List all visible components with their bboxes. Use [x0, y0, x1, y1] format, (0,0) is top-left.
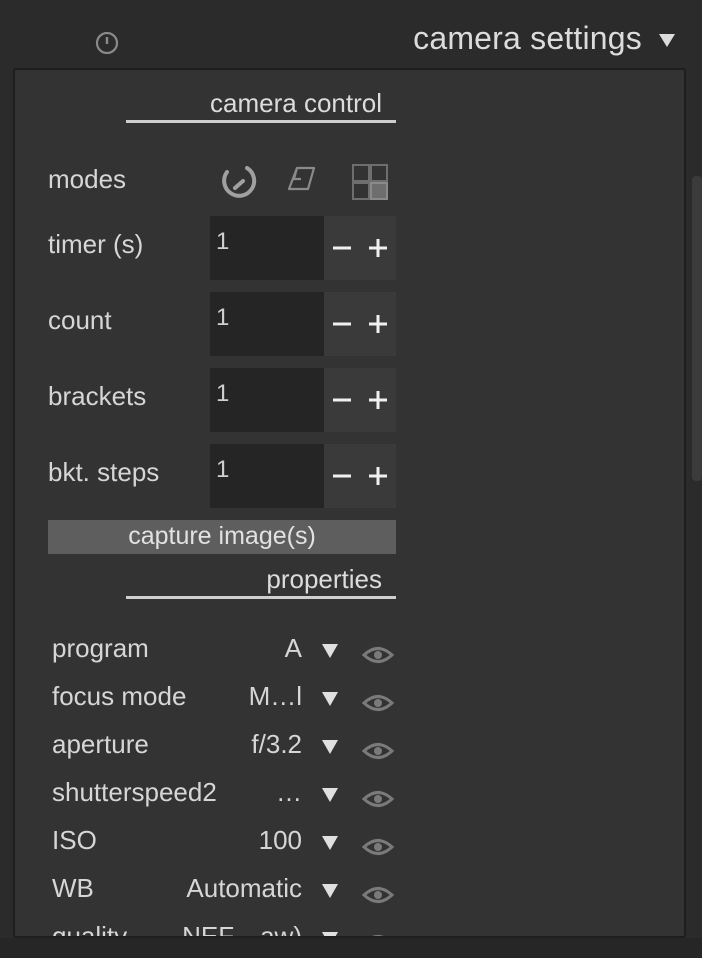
minus-icon[interactable]	[324, 368, 360, 432]
scrollbar[interactable]	[692, 176, 702, 481]
eye-icon[interactable]	[361, 740, 395, 762]
eye-icon[interactable]	[361, 836, 395, 858]
brackets-label: brackets	[48, 381, 147, 411]
minus-icon[interactable]	[324, 292, 360, 356]
property-value[interactable]: M…l	[249, 680, 302, 712]
property-label: shutterspeed2	[52, 777, 217, 807]
property-label: focus mode	[52, 681, 187, 711]
property-value[interactable]: A	[285, 632, 302, 664]
plus-icon[interactable]	[360, 368, 396, 432]
triangle-down-icon[interactable]	[656, 30, 678, 50]
bracket-steps-value-field[interactable]: 1	[210, 444, 324, 508]
bracket-steps-stepper	[324, 444, 396, 508]
module-title[interactable]: camera settings	[413, 20, 642, 57]
plus-icon[interactable]	[360, 292, 396, 356]
timer-stepper	[324, 216, 396, 280]
property-value[interactable]: …	[276, 776, 302, 808]
triangle-down-icon[interactable]	[320, 930, 340, 936]
triangle-down-icon[interactable]	[320, 690, 340, 708]
timer-label: timer (s)	[48, 229, 144, 259]
power-icon[interactable]	[95, 31, 119, 55]
module-panel: camera control modes timer (s) 1 count 1…	[13, 68, 686, 938]
triangle-down-icon[interactable]	[320, 882, 340, 900]
property-label: ISO	[52, 825, 97, 855]
eye-icon[interactable]	[361, 644, 395, 666]
section-header-camera-control: camera control	[126, 86, 396, 123]
property-value[interactable]: f/3.2	[251, 728, 302, 760]
brackets-stepper	[324, 368, 396, 432]
timelapse-icon[interactable]	[285, 164, 319, 201]
property-value[interactable]: Automatic	[186, 872, 302, 904]
eye-icon[interactable]	[361, 692, 395, 714]
count-label: count	[48, 305, 112, 335]
plus-icon[interactable]	[360, 216, 396, 280]
eye-icon[interactable]	[361, 788, 395, 810]
property-value[interactable]: 100	[259, 824, 302, 856]
property-value[interactable]: NEF…aw)	[182, 920, 302, 936]
property-label: program	[52, 633, 149, 663]
modes-label: modes	[48, 164, 127, 194]
capture-button[interactable]: capture image(s)	[48, 520, 396, 554]
camera-settings-module: camera settings camera control modes tim…	[0, 0, 702, 958]
plus-icon[interactable]	[360, 444, 396, 508]
bracket-grid-icon[interactable]	[351, 163, 391, 208]
triangle-down-icon[interactable]	[320, 738, 340, 756]
rotate-icon[interactable]	[217, 162, 261, 207]
property-label: quality	[52, 921, 128, 938]
section-header-properties: properties	[126, 562, 396, 599]
count-stepper	[324, 292, 396, 356]
eye-icon[interactable]	[361, 884, 395, 906]
bottom-bar	[0, 938, 702, 958]
brackets-value-field[interactable]: 1	[210, 368, 324, 432]
bracket-steps-label: bkt. steps	[48, 457, 160, 487]
property-label: aperture	[52, 729, 149, 759]
count-value-field[interactable]: 1	[210, 292, 324, 356]
triangle-down-icon[interactable]	[320, 642, 340, 660]
property-label: WB	[52, 873, 94, 903]
timer-value-field[interactable]: 1	[210, 216, 324, 280]
triangle-down-icon[interactable]	[320, 786, 340, 804]
triangle-down-icon[interactable]	[320, 834, 340, 852]
minus-icon[interactable]	[324, 444, 360, 508]
minus-icon[interactable]	[324, 216, 360, 280]
